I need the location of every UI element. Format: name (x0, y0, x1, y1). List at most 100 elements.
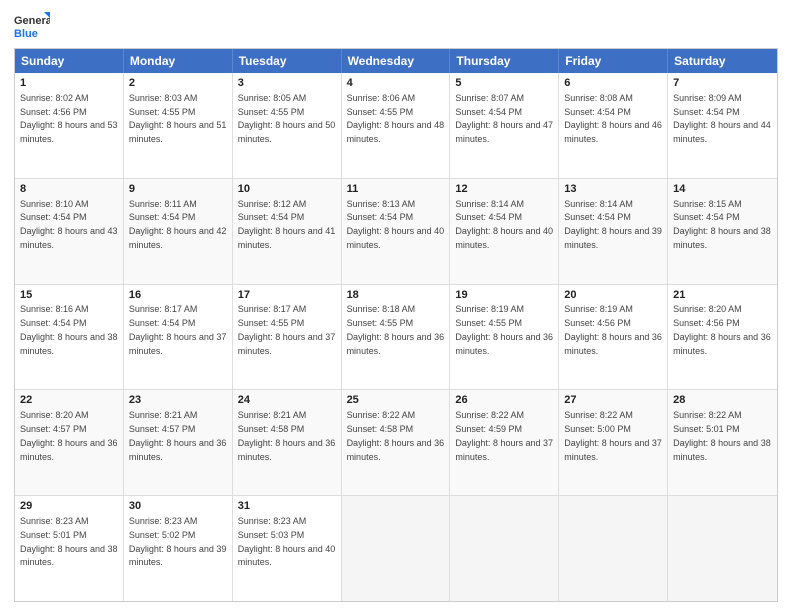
weekday-header: Monday (124, 49, 233, 73)
calendar-cell (450, 496, 559, 601)
calendar-cell: 18 Sunrise: 8:18 AMSunset: 4:55 PMDaylig… (342, 285, 451, 390)
day-number: 6 (564, 76, 662, 91)
day-number: 27 (564, 393, 662, 408)
day-number: 19 (455, 288, 553, 303)
weekday-header: Sunday (15, 49, 124, 73)
logo-svg: General Blue (14, 10, 50, 42)
calendar-cell: 28 Sunrise: 8:22 AMSunset: 5:01 PMDaylig… (668, 390, 777, 495)
calendar-cell: 11 Sunrise: 8:13 AMSunset: 4:54 PMDaylig… (342, 179, 451, 284)
calendar-cell: 27 Sunrise: 8:22 AMSunset: 5:00 PMDaylig… (559, 390, 668, 495)
day-number: 4 (347, 76, 445, 91)
calendar-cell: 25 Sunrise: 8:22 AMSunset: 4:58 PMDaylig… (342, 390, 451, 495)
calendar-cell: 3 Sunrise: 8:05 AMSunset: 4:55 PMDayligh… (233, 73, 342, 178)
calendar-cell: 6 Sunrise: 8:08 AMSunset: 4:54 PMDayligh… (559, 73, 668, 178)
calendar-cell: 26 Sunrise: 8:22 AMSunset: 4:59 PMDaylig… (450, 390, 559, 495)
calendar-cell: 22 Sunrise: 8:20 AMSunset: 4:57 PMDaylig… (15, 390, 124, 495)
day-number: 24 (238, 393, 336, 408)
calendar-row: 22 Sunrise: 8:20 AMSunset: 4:57 PMDaylig… (15, 389, 777, 495)
calendar-body: 1 Sunrise: 8:02 AMSunset: 4:56 PMDayligh… (15, 73, 777, 601)
sunrise-info: Sunrise: 8:11 AMSunset: 4:54 PMDaylight:… (129, 199, 227, 250)
sunrise-info: Sunrise: 8:13 AMSunset: 4:54 PMDaylight:… (347, 199, 445, 250)
sunrise-info: Sunrise: 8:23 AMSunset: 5:03 PMDaylight:… (238, 516, 336, 567)
day-number: 8 (20, 182, 118, 197)
calendar-cell: 1 Sunrise: 8:02 AMSunset: 4:56 PMDayligh… (15, 73, 124, 178)
calendar-cell: 16 Sunrise: 8:17 AMSunset: 4:54 PMDaylig… (124, 285, 233, 390)
day-number: 3 (238, 76, 336, 91)
sunrise-info: Sunrise: 8:18 AMSunset: 4:55 PMDaylight:… (347, 304, 445, 355)
calendar-cell: 12 Sunrise: 8:14 AMSunset: 4:54 PMDaylig… (450, 179, 559, 284)
sunrise-info: Sunrise: 8:19 AMSunset: 4:56 PMDaylight:… (564, 304, 662, 355)
day-number: 7 (673, 76, 772, 91)
calendar-cell: 15 Sunrise: 8:16 AMSunset: 4:54 PMDaylig… (15, 285, 124, 390)
sunrise-info: Sunrise: 8:23 AMSunset: 5:01 PMDaylight:… (20, 516, 118, 567)
day-number: 16 (129, 288, 227, 303)
day-number: 17 (238, 288, 336, 303)
calendar-row: 8 Sunrise: 8:10 AMSunset: 4:54 PMDayligh… (15, 178, 777, 284)
sunrise-info: Sunrise: 8:17 AMSunset: 4:54 PMDaylight:… (129, 304, 227, 355)
day-number: 12 (455, 182, 553, 197)
weekday-header: Friday (559, 49, 668, 73)
weekday-header: Tuesday (233, 49, 342, 73)
day-number: 20 (564, 288, 662, 303)
svg-text:Blue: Blue (14, 28, 38, 40)
sunrise-info: Sunrise: 8:03 AMSunset: 4:55 PMDaylight:… (129, 93, 227, 144)
day-number: 13 (564, 182, 662, 197)
sunrise-info: Sunrise: 8:20 AMSunset: 4:56 PMDaylight:… (673, 304, 771, 355)
calendar-header: SundayMondayTuesdayWednesdayThursdayFrid… (15, 49, 777, 73)
calendar-cell: 19 Sunrise: 8:19 AMSunset: 4:55 PMDaylig… (450, 285, 559, 390)
day-number: 11 (347, 182, 445, 197)
sunrise-info: Sunrise: 8:14 AMSunset: 4:54 PMDaylight:… (564, 199, 662, 250)
day-number: 5 (455, 76, 553, 91)
sunrise-info: Sunrise: 8:17 AMSunset: 4:55 PMDaylight:… (238, 304, 336, 355)
sunrise-info: Sunrise: 8:21 AMSunset: 4:58 PMDaylight:… (238, 410, 336, 461)
calendar-cell: 21 Sunrise: 8:20 AMSunset: 4:56 PMDaylig… (668, 285, 777, 390)
day-number: 18 (347, 288, 445, 303)
calendar-cell (668, 496, 777, 601)
calendar-cell: 7 Sunrise: 8:09 AMSunset: 4:54 PMDayligh… (668, 73, 777, 178)
calendar-cell: 20 Sunrise: 8:19 AMSunset: 4:56 PMDaylig… (559, 285, 668, 390)
calendar-cell: 8 Sunrise: 8:10 AMSunset: 4:54 PMDayligh… (15, 179, 124, 284)
calendar-cell: 14 Sunrise: 8:15 AMSunset: 4:54 PMDaylig… (668, 179, 777, 284)
calendar-cell: 30 Sunrise: 8:23 AMSunset: 5:02 PMDaylig… (124, 496, 233, 601)
sunrise-info: Sunrise: 8:08 AMSunset: 4:54 PMDaylight:… (564, 93, 662, 144)
day-number: 2 (129, 76, 227, 91)
calendar-cell: 5 Sunrise: 8:07 AMSunset: 4:54 PMDayligh… (450, 73, 559, 178)
sunrise-info: Sunrise: 8:22 AMSunset: 4:59 PMDaylight:… (455, 410, 553, 461)
calendar-cell: 23 Sunrise: 8:21 AMSunset: 4:57 PMDaylig… (124, 390, 233, 495)
sunrise-info: Sunrise: 8:23 AMSunset: 5:02 PMDaylight:… (129, 516, 227, 567)
calendar: SundayMondayTuesdayWednesdayThursdayFrid… (14, 48, 778, 602)
calendar-cell: 4 Sunrise: 8:06 AMSunset: 4:55 PMDayligh… (342, 73, 451, 178)
sunrise-info: Sunrise: 8:16 AMSunset: 4:54 PMDaylight:… (20, 304, 118, 355)
calendar-cell (342, 496, 451, 601)
sunrise-info: Sunrise: 8:06 AMSunset: 4:55 PMDaylight:… (347, 93, 445, 144)
calendar-row: 15 Sunrise: 8:16 AMSunset: 4:54 PMDaylig… (15, 284, 777, 390)
sunrise-info: Sunrise: 8:22 AMSunset: 5:00 PMDaylight:… (564, 410, 662, 461)
day-number: 9 (129, 182, 227, 197)
sunrise-info: Sunrise: 8:05 AMSunset: 4:55 PMDaylight:… (238, 93, 336, 144)
calendar-cell: 31 Sunrise: 8:23 AMSunset: 5:03 PMDaylig… (233, 496, 342, 601)
sunrise-info: Sunrise: 8:22 AMSunset: 4:58 PMDaylight:… (347, 410, 445, 461)
weekday-header: Thursday (450, 49, 559, 73)
weekday-header: Wednesday (342, 49, 451, 73)
sunrise-info: Sunrise: 8:02 AMSunset: 4:56 PMDaylight:… (20, 93, 118, 144)
calendar-cell: 13 Sunrise: 8:14 AMSunset: 4:54 PMDaylig… (559, 179, 668, 284)
sunrise-info: Sunrise: 8:19 AMSunset: 4:55 PMDaylight:… (455, 304, 553, 355)
day-number: 26 (455, 393, 553, 408)
sunrise-info: Sunrise: 8:09 AMSunset: 4:54 PMDaylight:… (673, 93, 771, 144)
day-number: 29 (20, 499, 118, 514)
calendar-cell: 29 Sunrise: 8:23 AMSunset: 5:01 PMDaylig… (15, 496, 124, 601)
calendar-row: 1 Sunrise: 8:02 AMSunset: 4:56 PMDayligh… (15, 73, 777, 178)
header: General Blue (14, 10, 778, 42)
day-number: 28 (673, 393, 772, 408)
sunrise-info: Sunrise: 8:14 AMSunset: 4:54 PMDaylight:… (455, 199, 553, 250)
sunrise-info: Sunrise: 8:07 AMSunset: 4:54 PMDaylight:… (455, 93, 553, 144)
calendar-cell: 10 Sunrise: 8:12 AMSunset: 4:54 PMDaylig… (233, 179, 342, 284)
sunrise-info: Sunrise: 8:20 AMSunset: 4:57 PMDaylight:… (20, 410, 118, 461)
sunrise-info: Sunrise: 8:10 AMSunset: 4:54 PMDaylight:… (20, 199, 118, 250)
day-number: 14 (673, 182, 772, 197)
day-number: 23 (129, 393, 227, 408)
calendar-cell: 2 Sunrise: 8:03 AMSunset: 4:55 PMDayligh… (124, 73, 233, 178)
sunrise-info: Sunrise: 8:21 AMSunset: 4:57 PMDaylight:… (129, 410, 227, 461)
sunrise-info: Sunrise: 8:15 AMSunset: 4:54 PMDaylight:… (673, 199, 771, 250)
calendar-cell: 17 Sunrise: 8:17 AMSunset: 4:55 PMDaylig… (233, 285, 342, 390)
